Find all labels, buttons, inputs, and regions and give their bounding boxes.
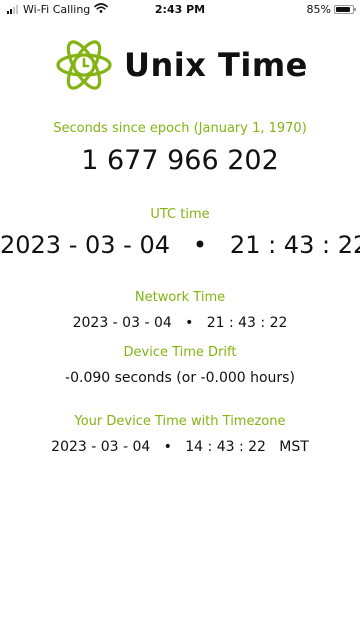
epoch-value: 1 677 966 202 (81, 145, 279, 176)
app-screen: Wi-Fi Calling 2:43 PM 85% Unix Time Seco… (0, 0, 360, 640)
atom-clock-icon (56, 40, 112, 90)
app-title: Unix Time (124, 46, 308, 84)
network-time-label: Network Time (134, 290, 226, 305)
utc-label: UTC time (150, 207, 210, 222)
status-right: 85% (306, 3, 356, 16)
utc-value: 2023 - 03 - 04 • 21 : 43 : 22 (0, 231, 360, 259)
app-header: Unix Time (56, 36, 308, 94)
status-bar: Wi-Fi Calling 2:43 PM 85% (0, 0, 360, 20)
network-time-value: 2023 - 03 - 04 • 21 : 43 : 22 (72, 315, 288, 331)
device-time-value: 2023 - 03 - 04 • 14 : 43 : 22 MST (51, 439, 309, 455)
battery-fill (336, 7, 350, 12)
battery-icon (334, 5, 356, 14)
device-time-label: Your Device Time with Timezone (74, 414, 286, 429)
epoch-label: Seconds since epoch (January 1, 1970) (53, 121, 307, 136)
battery-nub (354, 8, 356, 11)
drift-label: Device Time Drift (123, 345, 237, 360)
battery-percent: 85% (306, 3, 331, 16)
drift-value: -0.090 seconds (or -0.000 hours) (65, 370, 295, 386)
